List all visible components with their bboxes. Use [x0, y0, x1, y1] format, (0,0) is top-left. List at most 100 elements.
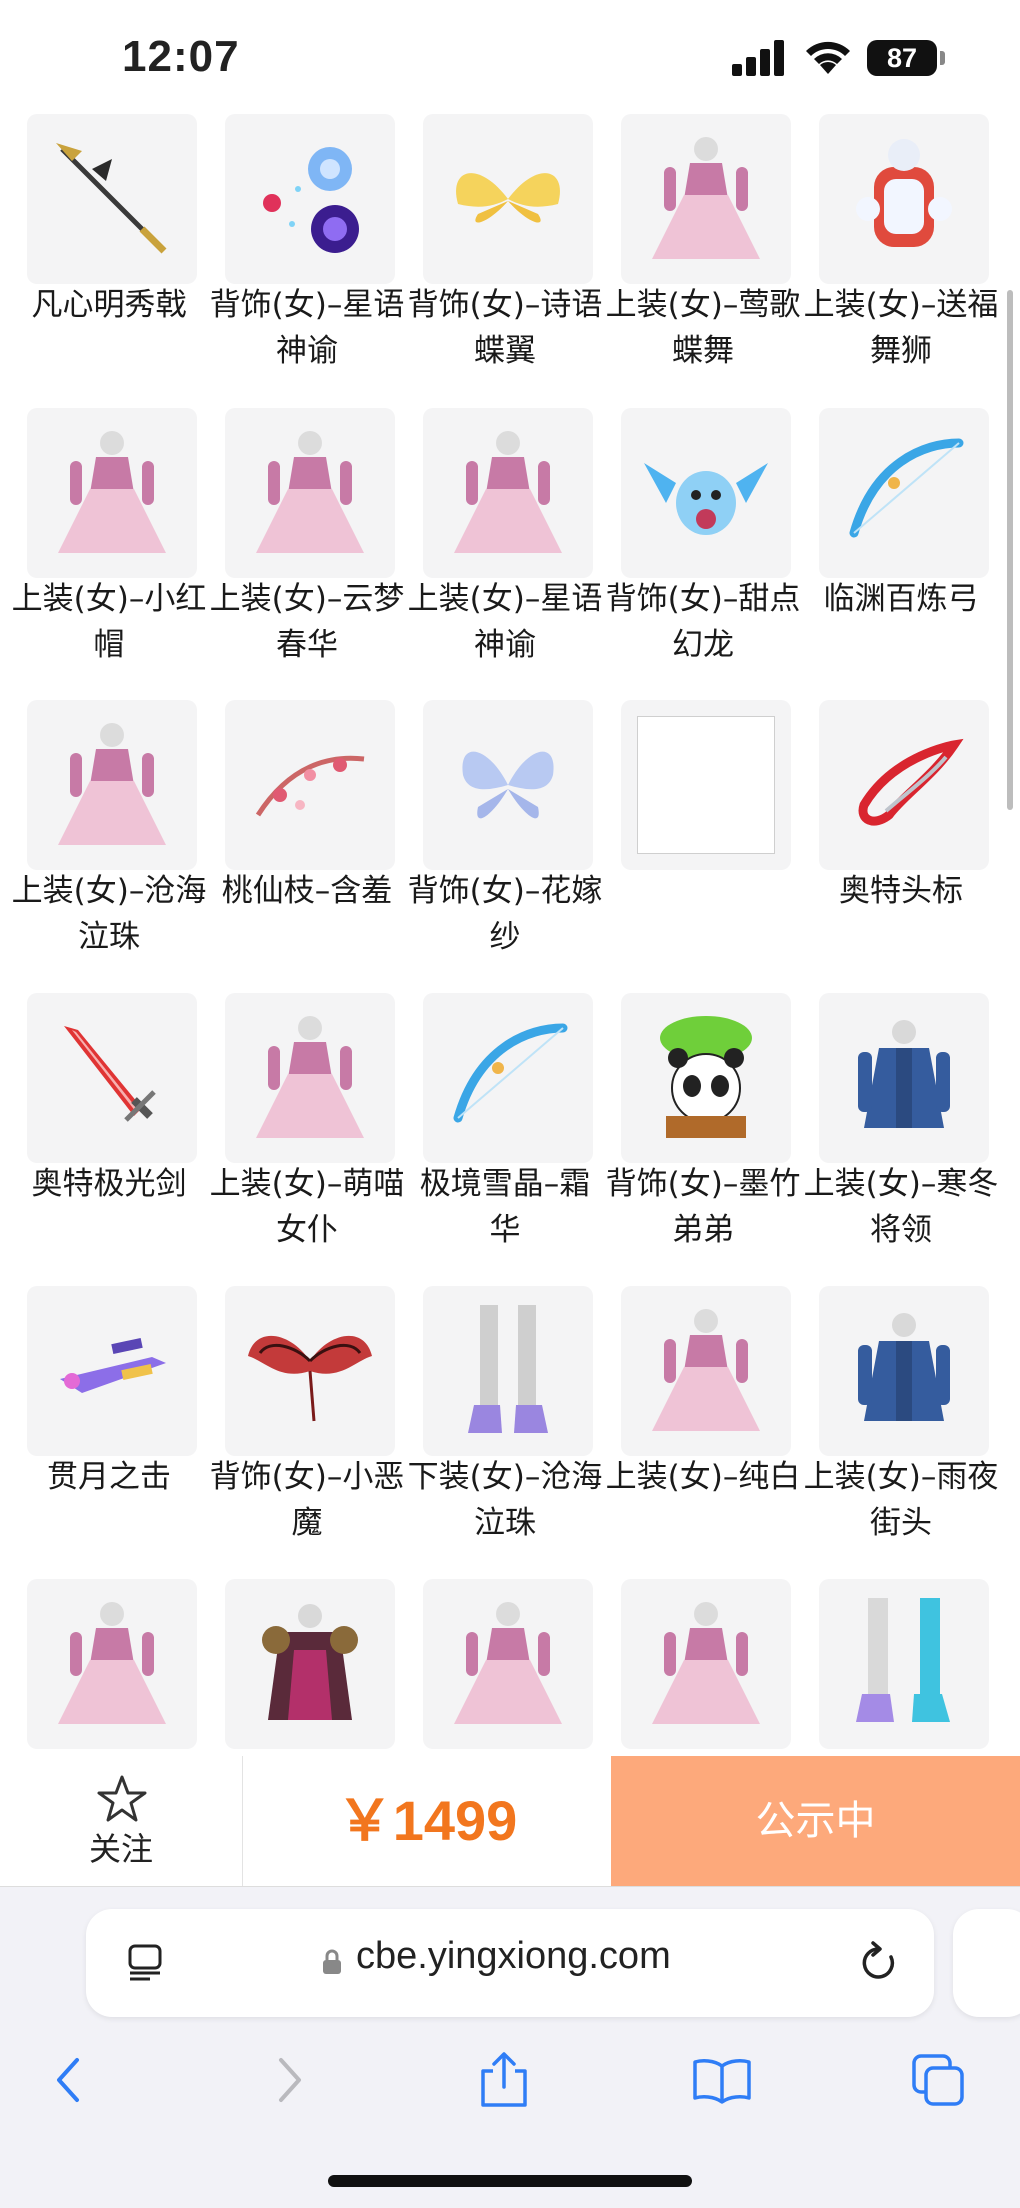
item-card[interactable]: 上装(女)–小红帽 [10, 404, 208, 698]
item-card[interactable]: 凡心明秀戟 [10, 110, 208, 404]
item-card[interactable]: 背饰(女)–小恶魔 [208, 1282, 406, 1576]
item-thumbnail[interactable] [225, 408, 395, 578]
item-name: 背饰(女)–甜点幻龙 [605, 581, 801, 663]
share-button[interactable] [454, 2035, 554, 2125]
item-card[interactable]: 背饰(女)–星语神谕 [208, 110, 406, 404]
gun-icon [60, 1337, 166, 1393]
item-thumbnail[interactable] [27, 1579, 197, 1749]
public-status-button[interactable]: 公示中 [611, 1756, 1020, 1886]
item-card[interactable]: 上装(女)–纯白 [604, 1282, 802, 1576]
costume-icon [454, 431, 562, 553]
item-card[interactable]: 上装(女)–雨夜街头 [802, 1282, 1000, 1576]
item-card[interactable]: 上装(女)–送福舞狮 [802, 110, 1000, 404]
chevron-right-icon [279, 2058, 301, 2102]
wifi-icon [806, 41, 850, 74]
item-card[interactable]: 上装(女)–莺歌蝶舞 [604, 110, 802, 404]
forward-button[interactable] [240, 2035, 340, 2125]
star-icon [97, 1775, 147, 1822]
status-time: 12:07 [122, 32, 240, 81]
item-thumbnail[interactable] [621, 700, 791, 870]
back-button[interactable] [18, 2035, 118, 2125]
item-thumbnail[interactable] [27, 700, 197, 870]
item-card[interactable] [604, 696, 802, 990]
item-card[interactable]: 临渊百炼弓 [802, 404, 1000, 698]
item-card[interactable]: 上装(女)–寒冬将领 [802, 989, 1000, 1283]
item-thumbnail[interactable] [27, 114, 197, 284]
battery-cap [940, 51, 945, 65]
armor-icon [262, 1604, 358, 1720]
item-card[interactable]: 上装(女)–沧海泣珠 [10, 696, 208, 990]
item-name: 临渊百炼弓 [823, 581, 979, 617]
item-thumbnail[interactable] [819, 993, 989, 1163]
item-thumbnail[interactable] [423, 408, 593, 578]
item-thumbnail[interactable] [621, 1579, 791, 1749]
item-thumbnail[interactable] [819, 114, 989, 284]
item-thumbnail[interactable] [423, 993, 593, 1163]
item-thumbnail[interactable] [225, 700, 395, 870]
item-name: 背饰(女)–星语神谕 [209, 287, 405, 369]
item-card[interactable]: 背饰(女)–诗语蝶翼 [406, 110, 604, 404]
item-card[interactable]: 上装(女)–萌喵女仆 [208, 989, 406, 1283]
url-text: cbe.yingxiong.com [356, 1935, 671, 1977]
item-card[interactable]: 背饰(女)–墨竹弟弟 [604, 989, 802, 1283]
dress-icon [58, 1602, 166, 1724]
item-thumbnail[interactable] [819, 1579, 989, 1749]
item-card[interactable]: 下装(女)–沧海泣珠 [406, 1282, 604, 1576]
item-thumbnail[interactable] [225, 114, 395, 284]
item-thumbnail[interactable] [423, 1579, 593, 1749]
item-thumbnail[interactable] [423, 114, 593, 284]
item-name: 上装(女)–纯白 [605, 1459, 801, 1495]
status-bar: 12:07 87 [0, 0, 1020, 110]
item-card[interactable]: 背饰(女)–甜点幻龙 [604, 404, 802, 698]
item-card[interactable]: 贯月之击 [10, 1282, 208, 1576]
item-thumbnail[interactable] [225, 1286, 395, 1456]
item-name: 奥特头标 [839, 873, 963, 909]
item-thumbnail[interactable] [621, 993, 791, 1163]
reader-icon[interactable] [126, 1943, 166, 1983]
item-card[interactable]: 上装(女)–星语神谕 [406, 404, 604, 698]
price: ￥1499 [336, 1789, 518, 1852]
follow-label: 关注 [88, 1830, 153, 1868]
item-thumbnail[interactable] [819, 408, 989, 578]
item-thumbnail[interactable] [423, 1286, 593, 1456]
item-thumbnail[interactable] [819, 700, 989, 870]
boots-icon [856, 1598, 950, 1722]
next-tab-preview[interactable] [953, 1909, 1020, 2017]
item-name: 极境雪晶–霜华 [419, 1166, 591, 1248]
book-icon [693, 2059, 751, 2104]
follow-button[interactable]: 关注 [0, 1756, 243, 1886]
item-name: 上装(女)–星语神谕 [407, 581, 603, 663]
item-thumbnail[interactable] [423, 700, 593, 870]
item-thumbnail[interactable] [621, 114, 791, 284]
item-card[interactable]: 奥特头标 [802, 696, 1000, 990]
item-card[interactable]: 背饰(女)–花嫁纱 [406, 696, 604, 990]
item-card[interactable]: 极境雪晶–霜华 [406, 989, 604, 1283]
dress-icon [256, 1016, 364, 1138]
home-indicator [328, 2175, 692, 2187]
item-name: 上装(女)–莺歌蝶舞 [605, 287, 801, 369]
action-bar: 关注 ￥1499 公示中 [0, 1756, 1020, 1886]
item-name: 背饰(女)–花嫁纱 [407, 873, 603, 955]
reload-icon[interactable] [858, 1941, 900, 1985]
item-name: 上装(女)–沧海泣珠 [11, 873, 207, 955]
item-thumbnail[interactable] [27, 408, 197, 578]
bookmarks-button[interactable] [672, 2035, 772, 2125]
bow-icon [453, 1023, 568, 1123]
item-card[interactable]: 桃仙枝–含羞 [208, 696, 406, 990]
costume-icon [256, 431, 364, 553]
item-card[interactable]: 上装(女)–云梦春华 [208, 404, 406, 698]
item-thumbnail[interactable] [27, 993, 197, 1163]
item-name: 奥特极光剑 [31, 1166, 187, 1202]
tabs-button[interactable] [888, 2035, 988, 2125]
item-thumbnail[interactable] [819, 1286, 989, 1456]
item-thumbnail[interactable] [225, 993, 395, 1163]
item-thumbnail[interactable] [225, 1579, 395, 1749]
item-thumbnail[interactable] [27, 1286, 197, 1456]
fairy-wings-icon [462, 751, 554, 819]
coat-icon [858, 1313, 950, 1421]
item-thumbnail[interactable] [621, 408, 791, 578]
item-card[interactable]: 奥特极光剑 [10, 989, 208, 1283]
scrollbar[interactable] [1007, 290, 1013, 810]
item-thumbnail[interactable] [621, 1286, 791, 1456]
address-bar[interactable]: cbe.yingxiong.com [86, 1909, 934, 2017]
